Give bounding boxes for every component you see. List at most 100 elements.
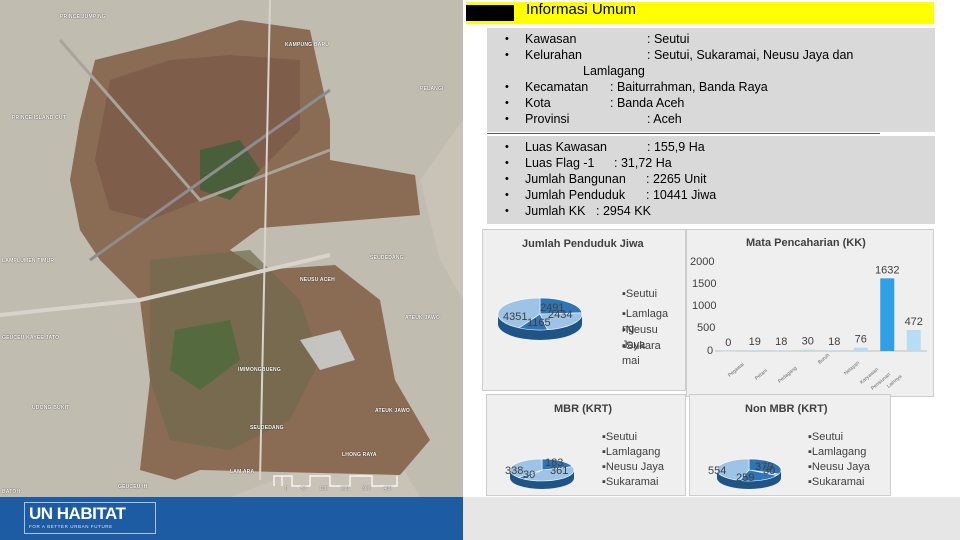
info-value: : Seutui [647,32,690,46]
bar [906,329,921,351]
logo-tagline: FOR A BETTER URBAN FUTURE [29,524,113,529]
bar-value-label: 19 [749,336,761,348]
info-label: Jumlah Bangunan [525,172,626,186]
info-value: : Banda Aceh [610,96,685,110]
data-label: 554 [708,465,727,477]
place-label: LAM ARA [230,469,255,475]
bullet: • [505,81,509,93]
bar-chart-livelihood: 0 19 18 30 18 76 1632 472 [715,264,927,352]
legend-item: ▪Sukaramai [602,476,659,488]
info-value: : 155,9 Ha [647,140,705,154]
chart-title: Non MBR (KRT) [745,403,828,415]
bullet: • [505,33,509,45]
bar-value-label: 18 [828,336,840,348]
place-label: SEUDEDANG [370,255,404,261]
y-tick: 1500 [692,278,717,290]
scale-label: 50 [300,486,307,492]
info-label: Jumlah Penduduk [525,188,626,202]
bar-value-label: 0 [725,337,731,349]
bar-value-label: 30 [802,336,814,348]
y-tick: 500 [697,322,716,334]
data-label: 259 [736,472,755,484]
place-label: IMIMONGBUENG [238,367,281,373]
divider [487,133,880,134]
bullet: • [505,49,509,61]
bullet: • [505,173,509,185]
scale-label: 0 [285,486,288,492]
un-habitat-logo: UN HABITAT FOR A BETTER URBAN FUTURE [24,502,156,534]
place-label: LAMPLUMEN TIMUR [2,258,55,264]
logo-text: UN HABITAT [29,504,126,523]
info-value: : 31,72 Ha [614,156,672,170]
info-label: Provinsi [525,112,570,126]
info-value: : 2954 KK [596,204,651,218]
place-label: NEUSU ACEH [300,277,335,283]
place-label: KAMPUNG BARU [285,42,330,48]
place-label: GEUCEU KAYEE JATO [2,335,60,341]
bar-value-label: 76 [855,334,867,346]
bar [827,350,842,351]
scale-label: 100 [319,486,328,492]
satellite-map: PRINCE JUMPING KAMPUNG BARU PELANGI PRIN… [0,0,463,497]
bar-value-label: 472 [905,316,923,328]
bar-value-label: 1632 [875,264,899,276]
place-label: PRINCE JUMPING [60,14,106,20]
bar [853,347,868,351]
bar [721,351,736,352]
info-label: Kelurahan [525,48,582,62]
place-label: GEUCEU IH [118,484,148,490]
bar [747,350,762,351]
place-label: BATOH [2,489,21,495]
legend-mbr: ▪Seutui ▪Lamlagang ▪Neusu Jaya ▪Sukarama… [602,430,664,490]
legend-item: ▪Sukara mai [622,340,661,367]
legend-item: ▪Lamlagang [602,446,661,458]
bar [800,349,815,351]
bar-value-label: 18 [775,336,787,348]
legend-item: ▪Neusu Jaya [602,461,664,473]
bullet: • [505,205,509,217]
legend-item: ▪Neusu Jaya [808,461,870,473]
page-title: Informasi Umum [526,1,637,18]
legend-item: ▪Seutui [622,288,658,300]
scale-label: 300 [362,486,371,492]
place-label: PELANGI [420,86,444,92]
bullet: • [505,189,509,201]
data-label: 4351 [503,311,528,323]
data-label: 30 [523,469,536,481]
info-label: Jumlah KK [525,204,586,218]
legend-population: ▪Seutui ▪Lamlaga ng ▪Neusu Jaya ▪Sukara … [622,287,674,369]
info-label: Luas Flag -1 [525,156,595,170]
info-label: Kota [525,96,551,110]
scale-label: 400 [383,486,392,492]
bar [774,350,789,351]
bullet: • [505,113,509,125]
info-value-cont: Lamlagang [583,64,645,78]
info-label: Kecamatan [525,80,589,94]
scale-label: 200 [340,486,350,492]
info-value: : 10441 Jiwa [646,188,717,202]
chart-title: MBR (KRT) [554,403,613,415]
place-label: ATEUK JAWO [405,315,440,321]
data-label: 2434 [548,309,573,321]
bullet: • [505,97,509,109]
data-label: 361 [550,465,569,477]
scale-labels: 0 50 100 200 300 400 [285,486,435,492]
bar [880,278,895,351]
legend-item: ▪Lamlagang [808,446,867,458]
y-tick: 2000 [690,256,715,268]
place-label: LHONG RAYA [342,452,377,458]
data-label: 30 [763,465,776,477]
info-value: : 2265 Unit [646,172,707,186]
info-value: : Baiturrahman, Banda Raya [610,80,768,94]
legend-item: ▪Sukaramai [808,476,865,488]
data-label: 338 [505,465,524,477]
info-value: : Aceh [647,112,682,126]
y-tick: 1000 [692,300,717,312]
place-label: PRINCE ISLAND CUT [12,115,66,121]
place-label: ATEUK JAWO [375,408,410,414]
data-label: 1165 [527,317,551,329]
info-label: Kawasan [525,32,577,46]
info-label: Luas Kawasan [525,140,608,154]
title-marker [466,5,514,21]
info-value: : Seutui, Sukaramai, Neusu Jaya dan [647,48,854,62]
